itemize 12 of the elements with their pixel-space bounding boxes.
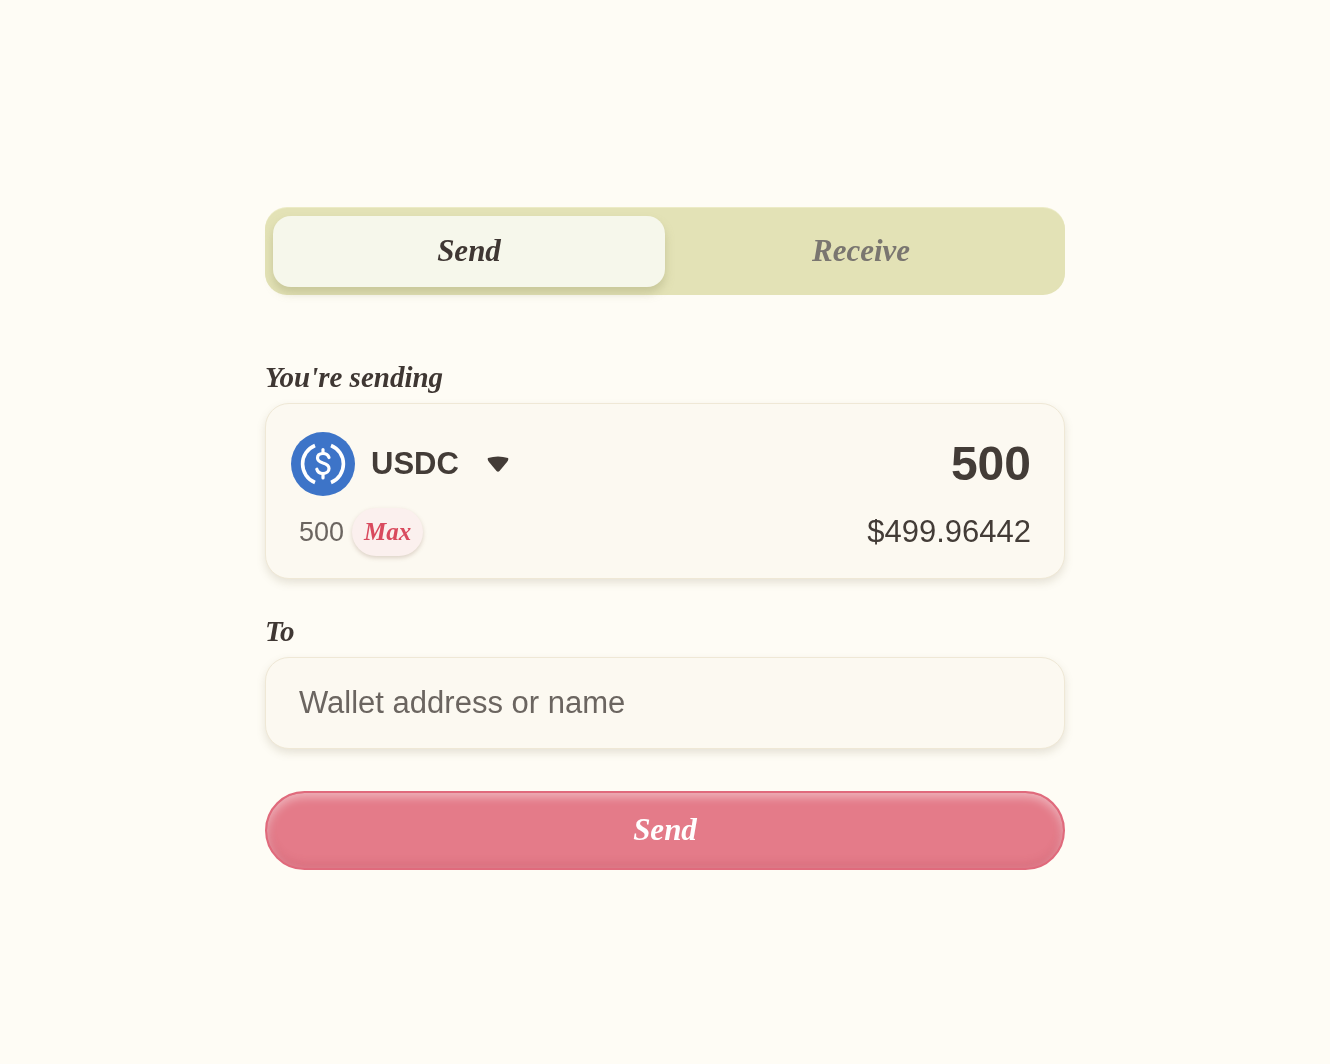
usd-value: $499.96442 xyxy=(867,512,1031,551)
max-button[interactable]: Max xyxy=(352,508,424,556)
tab[interactable]: Send xyxy=(273,216,665,287)
token-selector[interactable]: USDC xyxy=(291,432,510,496)
section-label: You're sending xyxy=(265,361,444,393)
token-symbol: USDC xyxy=(371,444,459,483)
section-label: To xyxy=(265,615,295,647)
caret-down-icon[interactable] xyxy=(485,455,510,473)
balance-text: 500 xyxy=(299,515,345,549)
address-input[interactable]: Wallet address or name xyxy=(265,657,1065,749)
dollar-coin-icon xyxy=(291,432,355,496)
amount-input[interactable]: 500 xyxy=(731,428,1031,500)
